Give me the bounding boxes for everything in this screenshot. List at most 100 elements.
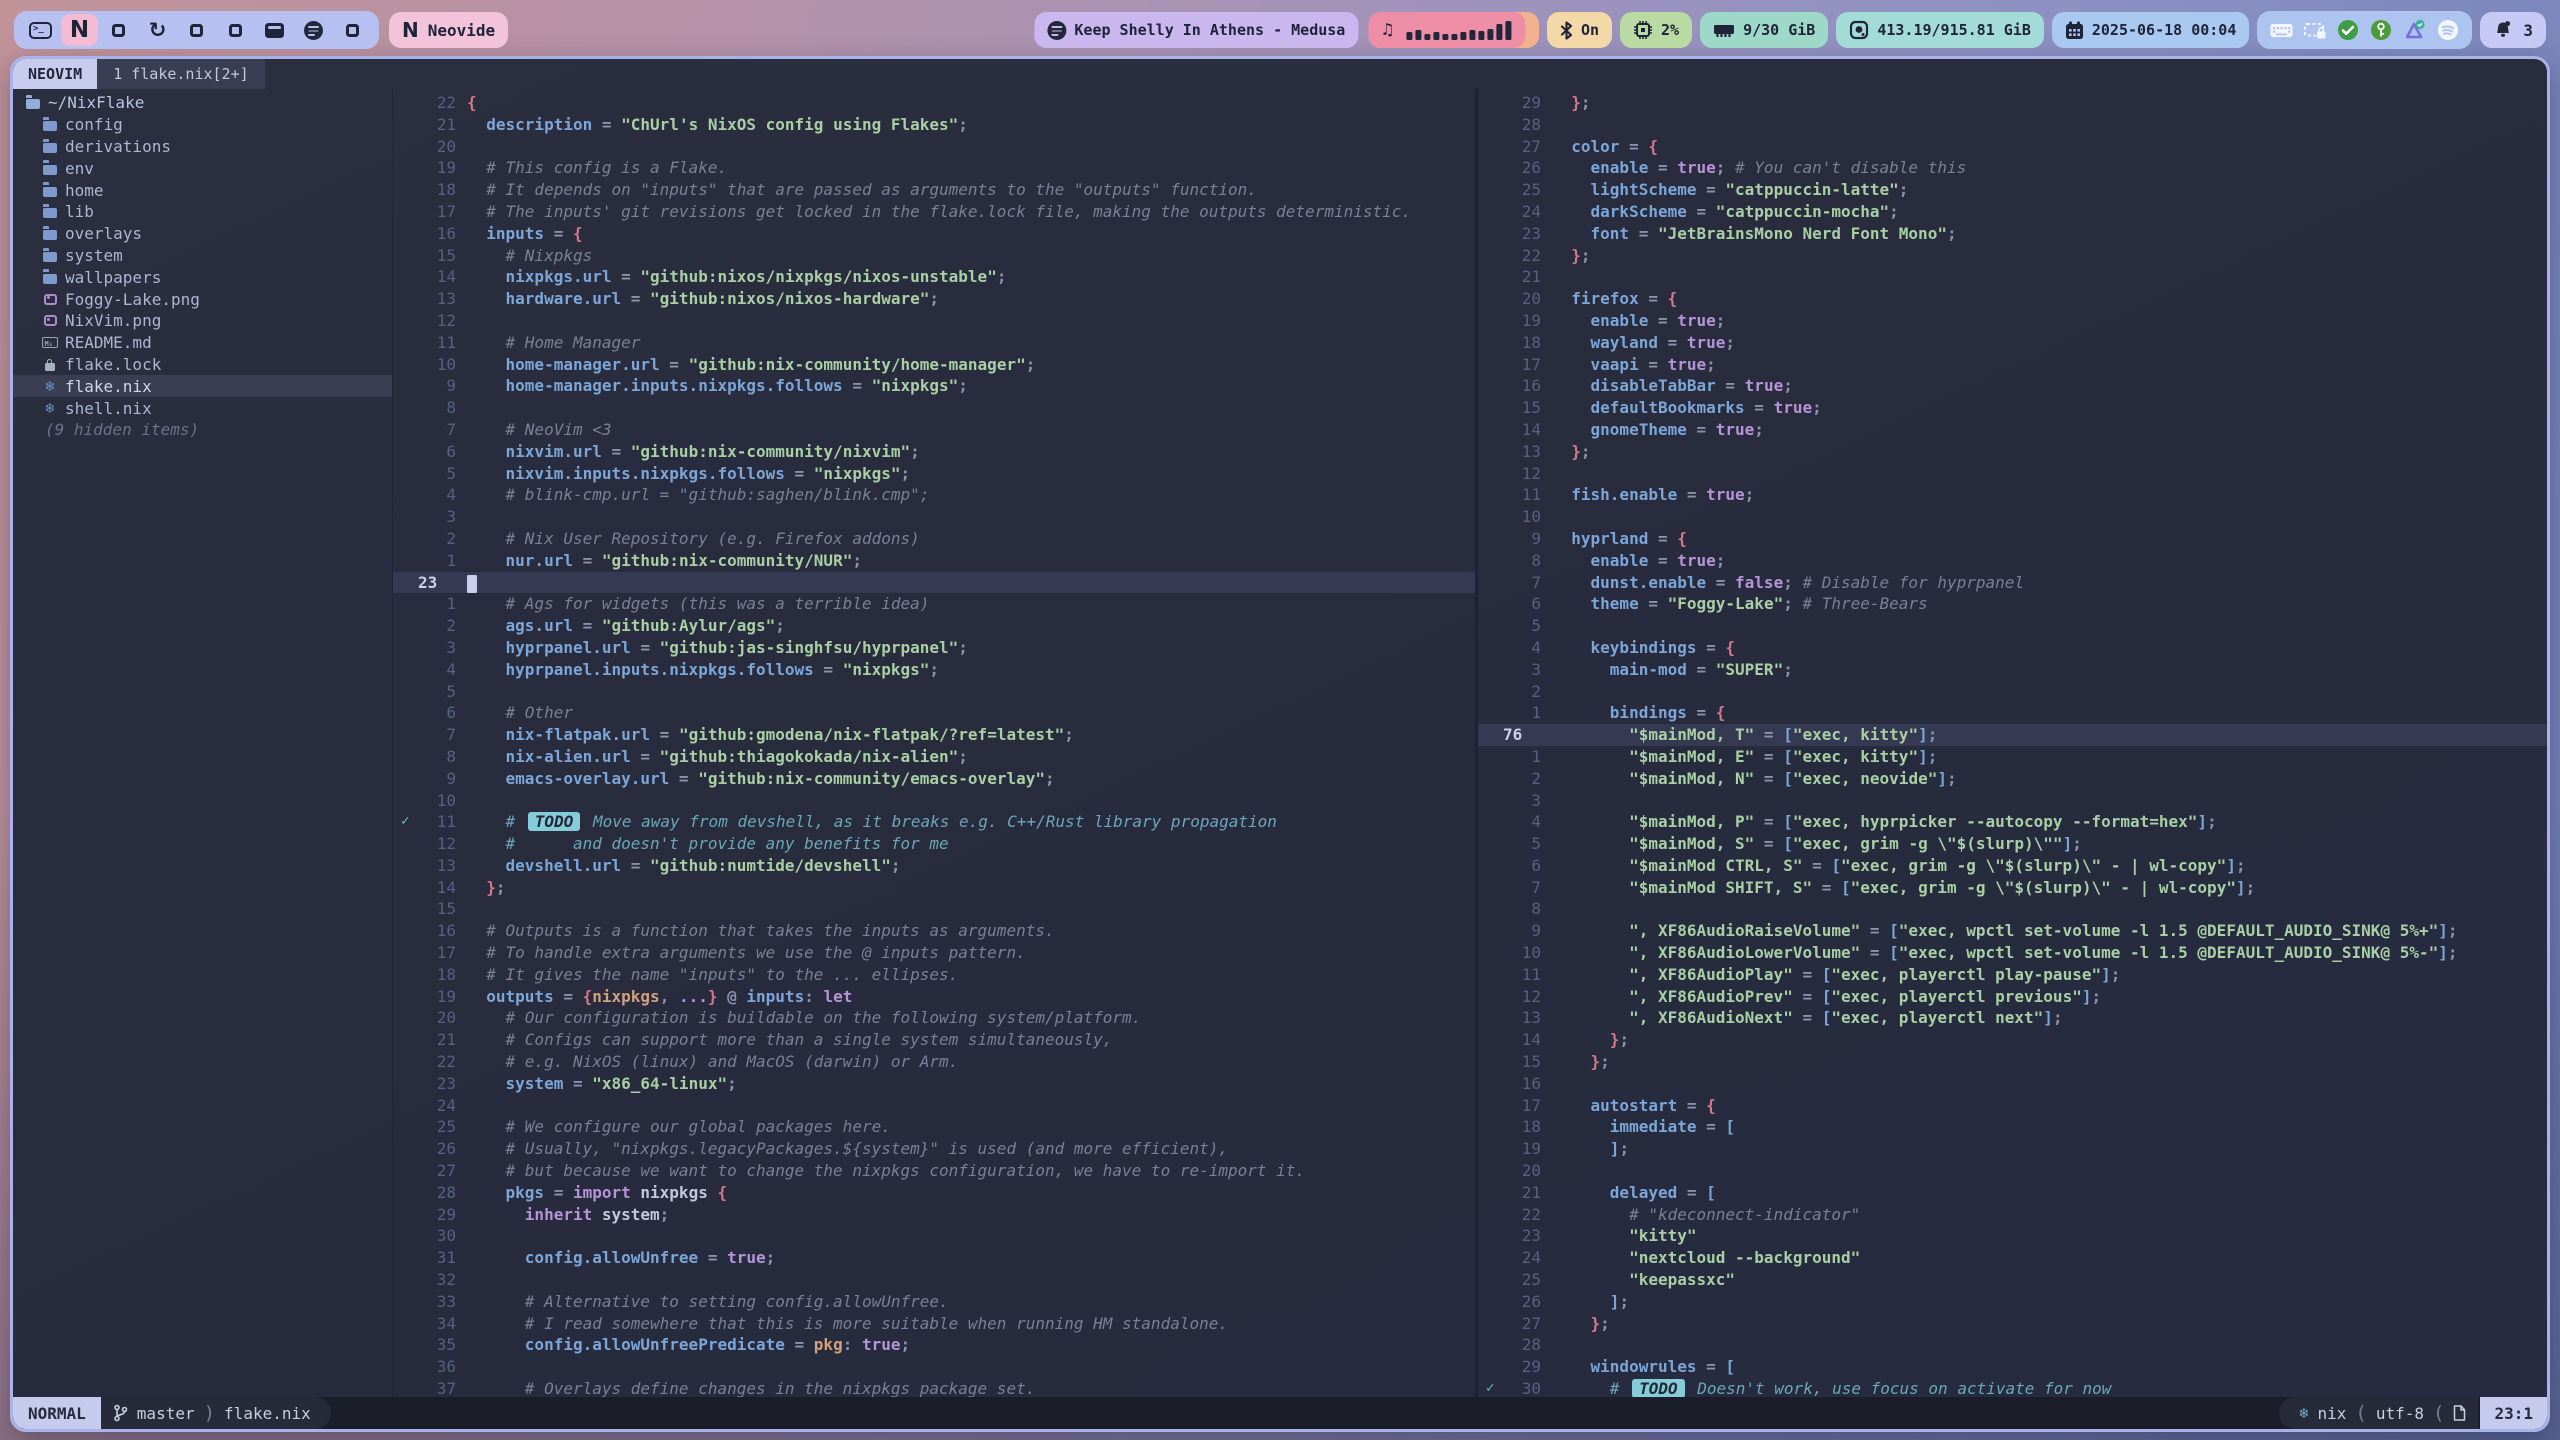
code-line[interactable]: 15 # Nixpkgs	[393, 245, 1475, 267]
code-line[interactable]: 22 # "kdeconnect-indicator"	[1478, 1204, 2547, 1226]
cpu-pill[interactable]: 2%	[1620, 12, 1692, 48]
tree-item-~nixflake[interactable]: ~/NixFlake	[13, 92, 392, 114]
code-line[interactable]: 31 config.allowUnfree = true;	[393, 1247, 1475, 1269]
code-line[interactable]: 7 dunst.enable = false; # Disable for hy…	[1478, 572, 2547, 594]
code-line[interactable]: 32	[393, 1269, 1475, 1291]
tree-item-env[interactable]: env	[13, 157, 392, 179]
code-line[interactable]: 34 # I read somewhere that this is more …	[393, 1313, 1475, 1335]
sync-ok-icon[interactable]	[2403, 19, 2426, 41]
code-line[interactable]: 76 "$mainMod, T" = ["exec, kitty"];	[1478, 724, 2547, 746]
tree-item-system[interactable]: system	[13, 245, 392, 267]
code-line[interactable]: 20	[393, 136, 1475, 158]
code-line[interactable]: 2 "$mainMod, N" = ["exec, neovide"];	[1478, 768, 2547, 790]
code-line[interactable]: 37 # Overlays define changes in the nixp…	[393, 1378, 1475, 1397]
code-line[interactable]: 1 bindings = {	[1478, 702, 2547, 724]
code-line[interactable]: 28 pkgs = import nixpkgs {	[393, 1182, 1475, 1204]
workspace-window-icon[interactable]	[334, 14, 371, 46]
code-line[interactable]: 25 "keepassxc"	[1478, 1269, 2547, 1291]
tree-item-9hiddenitems[interactable]: (9 hidden items)	[13, 419, 392, 441]
code-line[interactable]: 16 disableTabBar = true;	[1478, 375, 2547, 397]
code-line[interactable]: 14 gnomeTheme = true;	[1478, 419, 2547, 441]
code-line[interactable]: 15	[393, 898, 1475, 920]
tree-item-flake.nix[interactable]: ❄flake.nix	[13, 375, 392, 397]
code-line[interactable]: 22 # e.g. NixOS (linux) and MacOS (darwi…	[393, 1051, 1475, 1073]
keepassxc-icon[interactable]	[2370, 19, 2392, 41]
code-line[interactable]: 6 # Other	[393, 702, 1475, 724]
code-line[interactable]: 4 hyprpanel.inputs.nixpkgs.follows = "ni…	[393, 659, 1475, 681]
code-line[interactable]: 10	[393, 790, 1475, 812]
tree-item-overlays[interactable]: overlays	[13, 223, 392, 245]
code-line[interactable]: 11 # Home Manager	[393, 332, 1475, 354]
code-line[interactable]: 4 "$mainMod, P" = ["exec, hyprpicker --a…	[1478, 811, 2547, 833]
code-line[interactable]: 13 devshell.url = "github:numtide/devshe…	[393, 855, 1475, 877]
updates-ok-icon[interactable]	[2337, 19, 2359, 41]
editor-pane-right[interactable]: 29 };2827 color = {26 enable = true; # Y…	[1478, 89, 2547, 1397]
code-line[interactable]: 18 wayland = true;	[1478, 332, 2547, 354]
code-line[interactable]: 14 };	[393, 877, 1475, 899]
code-line[interactable]: 25 lightScheme = "catppuccin-latte";	[1478, 179, 2547, 201]
code-line[interactable]: 9 ", XF86AudioRaiseVolume" = ["exec, wpc…	[1478, 920, 2547, 942]
code-line[interactable]: 24	[393, 1095, 1475, 1117]
code-line[interactable]: 7 "$mainMod SHIFT, S" = ["exec, grim -g …	[1478, 877, 2547, 899]
code-line[interactable]: 7 nix-flatpak.url = "github:gmodena/nix-…	[393, 724, 1475, 746]
tree-item-shell.nix[interactable]: ❄shell.nix	[13, 397, 392, 419]
tab-neovim[interactable]: NEOVIM	[13, 59, 97, 89]
code-line[interactable]: 26 ];	[1478, 1291, 2547, 1313]
tree-item-derivations[interactable]: derivations	[13, 136, 392, 158]
code-line[interactable]: 13 };	[1478, 441, 2547, 463]
code-line[interactable]: 10 home-manager.url = "github:nix-commun…	[393, 354, 1475, 376]
workspace-spotify-icon[interactable]	[295, 14, 332, 46]
audio-visualizer-pill[interactable]: ♫	[1368, 12, 1525, 48]
code-line[interactable]: 26 # Usually, "nixpkgs.legacyPackages.${…	[393, 1138, 1475, 1160]
code-line[interactable]: 20	[1478, 1160, 2547, 1182]
code-line[interactable]: 18 immediate = [	[1478, 1116, 2547, 1138]
code-line[interactable]: 27 };	[1478, 1313, 2547, 1335]
code-line[interactable]: 26 enable = true; # You can't disable th…	[1478, 157, 2547, 179]
code-line[interactable]: 28	[1478, 1334, 2547, 1356]
code-line[interactable]: 13 ", XF86AudioNext" = ["exec, playerctl…	[1478, 1007, 2547, 1029]
bluetooth-pill[interactable]: On	[1547, 12, 1612, 48]
code-line[interactable]: 27 # but because we want to change the n…	[393, 1160, 1475, 1182]
code-line[interactable]: 22 };	[1478, 245, 2547, 267]
code-line[interactable]: 12 ", XF86AudioPrev" = ["exec, playerctl…	[1478, 986, 2547, 1008]
code-line[interactable]: 16	[1478, 1073, 2547, 1095]
keyboard-icon[interactable]	[2270, 22, 2293, 38]
code-line[interactable]: ✓11 # TODO Move away from devshell, as i…	[393, 811, 1475, 833]
neovide-launcher[interactable]: N Neovide	[389, 12, 508, 48]
tab-buffer-flake-nix[interactable]: 1 flake.nix[2+]	[97, 59, 264, 89]
workspace-window-filled-icon[interactable]	[256, 14, 293, 46]
code-line[interactable]: 16 # Outputs is a function that takes th…	[393, 920, 1475, 942]
code-line[interactable]: 11 ", XF86AudioPlay" = ["exec, playerctl…	[1478, 964, 2547, 986]
code-line[interactable]: 1 # Ags for widgets (this was a terrible…	[393, 593, 1475, 615]
code-line[interactable]: 10 ", XF86AudioLowerVolume" = ["exec, wp…	[1478, 942, 2547, 964]
code-line[interactable]: 12	[393, 310, 1475, 332]
tree-item-wallpapers[interactable]: wallpapers	[13, 266, 392, 288]
code-line[interactable]: 17 # The inputs' git revisions get locke…	[393, 201, 1475, 223]
code-line[interactable]: 15 };	[1478, 1051, 2547, 1073]
code-line[interactable]: 5 nixvim.inputs.nixpkgs.follows = "nixpk…	[393, 463, 1475, 485]
code-line[interactable]: 20 firefox = {	[1478, 288, 2547, 310]
code-line[interactable]: 6 "$mainMod CTRL, S" = ["exec, grim -g \…	[1478, 855, 2547, 877]
memory-pill[interactable]: 9/30 GiB	[1700, 12, 1828, 48]
code-line[interactable]: 27 color = {	[1478, 136, 2547, 158]
code-line[interactable]: 23 font = "JetBrainsMono Nerd Font Mono"…	[1478, 223, 2547, 245]
workspace-window-icon[interactable]	[100, 14, 137, 46]
code-line[interactable]: 18 # It depends on "inputs" that are pas…	[393, 179, 1475, 201]
workspace-terminal-icon[interactable]	[22, 14, 59, 46]
workspace-window-icon[interactable]	[217, 14, 254, 46]
code-line[interactable]: 23	[393, 572, 1475, 594]
code-line[interactable]: 21 delayed = [	[1478, 1182, 2547, 1204]
tree-item-nixvim.png[interactable]: NixVim.png	[13, 310, 392, 332]
tree-item-readme.md[interactable]: README.md	[13, 332, 392, 354]
code-line[interactable]: 18 # It gives the name "inputs" to the .…	[393, 964, 1475, 986]
tree-item-foggy-lake.png[interactable]: Foggy-Lake.png	[13, 288, 392, 310]
code-line[interactable]: 35 config.allowUnfreePredicate = pkg: tr…	[393, 1334, 1475, 1356]
code-line[interactable]: 24 "nextcloud --background"	[1478, 1247, 2547, 1269]
code-line[interactable]: 1 nur.url = "github:nix-community/NUR";	[393, 550, 1475, 572]
code-line[interactable]: 2	[1478, 681, 2547, 703]
tree-item-lib[interactable]: lib	[13, 201, 392, 223]
code-line[interactable]: 5	[393, 681, 1475, 703]
code-line[interactable]: 5 "$mainMod, S" = ["exec, grim -g \"$(sl…	[1478, 833, 2547, 855]
code-line[interactable]: 13 hardware.url = "github:nixos/nixos-ha…	[393, 288, 1475, 310]
tree-item-home[interactable]: home	[13, 179, 392, 201]
